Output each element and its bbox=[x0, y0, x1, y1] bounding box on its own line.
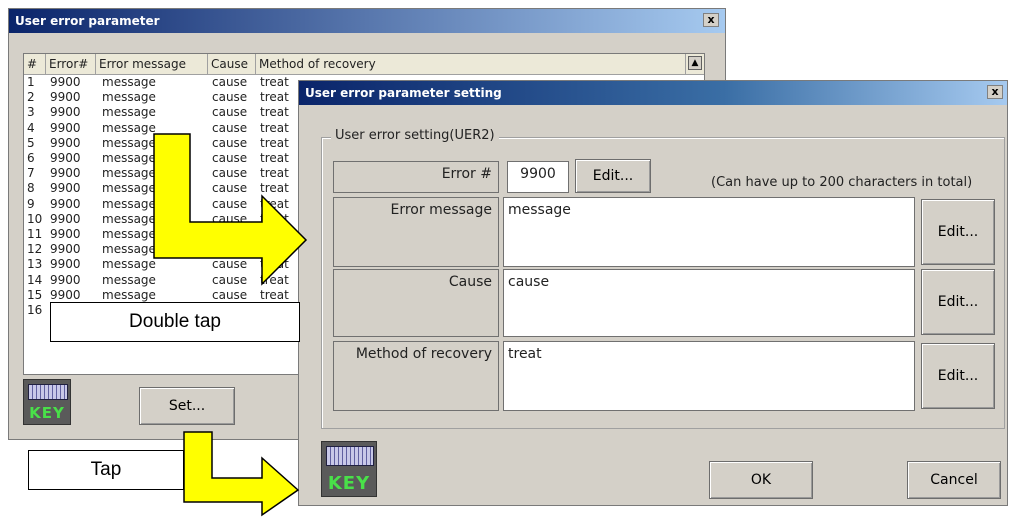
instruction-arrows bbox=[153, 133, 308, 517]
double-tap-callout: Double tap bbox=[50, 302, 300, 342]
tap-arrow-icon bbox=[183, 431, 300, 517]
double-tap-arrow-icon bbox=[153, 133, 308, 286]
tap-callout: Tap bbox=[28, 450, 184, 490]
